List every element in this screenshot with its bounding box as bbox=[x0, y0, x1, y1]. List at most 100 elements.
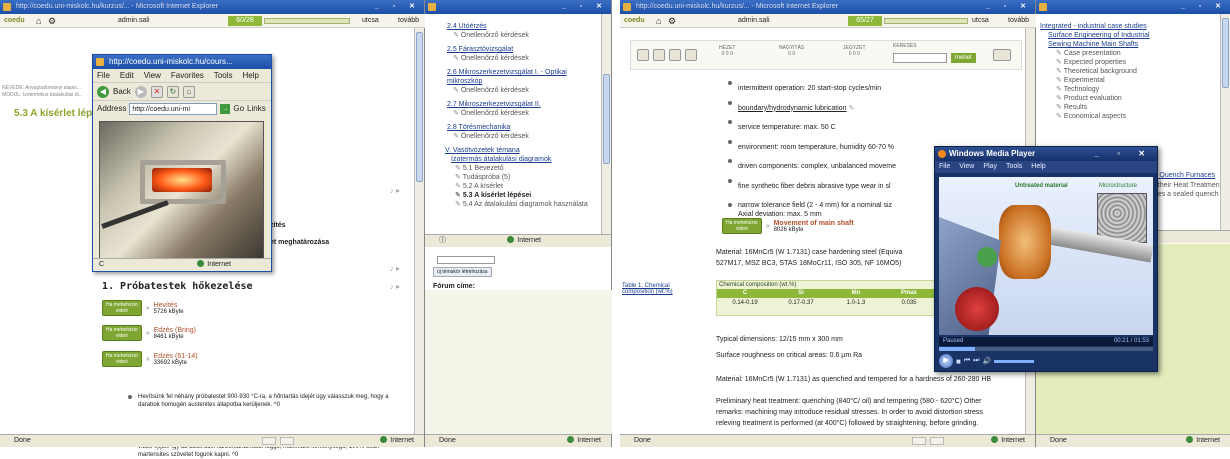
table-caption[interactable]: Table 1: Chemical composition (wt.%) bbox=[622, 283, 682, 295]
video-badge[interactable]: Ha mehetvizio videó bbox=[722, 218, 762, 234]
menu-file[interactable]: File bbox=[97, 71, 110, 80]
media-player-title-bar[interactable]: Windows Media Player _ ▫ ✕ bbox=[935, 147, 1157, 161]
toc-subitem[interactable]: Önellenőrző kérdések bbox=[453, 54, 597, 63]
media-item[interactable]: Ha mehetvizio videó » Hevítés 5726 kByte bbox=[102, 296, 402, 320]
scroll-thumb[interactable] bbox=[416, 32, 423, 182]
toc-item[interactable]: 2.5 Fárasztóvizsgálat bbox=[447, 45, 597, 54]
toc-subitem[interactable]: Önellenőrző kérdések bbox=[453, 31, 597, 40]
back-label[interactable]: Back bbox=[113, 87, 131, 96]
toc-lesson[interactable]: Case presentation bbox=[1056, 49, 1220, 58]
lubrication-link[interactable]: boundary/hydrodynamic lubrication bbox=[738, 105, 847, 112]
prev-icon[interactable]: ⏮ bbox=[964, 357, 970, 365]
toc-lesson[interactable]: Results bbox=[1056, 103, 1220, 112]
toc-item[interactable]: Integrated - industrial case studies bbox=[1040, 22, 1220, 31]
video-badge[interactable]: Ha mehetvizio videó bbox=[102, 325, 142, 341]
media-title[interactable]: Movement of main shaft bbox=[774, 220, 854, 227]
refresh-icon[interactable]: ↻ bbox=[166, 85, 179, 98]
seek-bar[interactable] bbox=[939, 347, 1153, 351]
media-title[interactable]: Edzés (61-14) bbox=[154, 353, 198, 360]
forum-new-topic-button[interactable]: új témakör létrehozása bbox=[433, 267, 492, 277]
toc-lesson[interactable]: Technology bbox=[1056, 85, 1220, 94]
tool-group[interactable]: HÉZET 0 0 0 bbox=[719, 45, 735, 57]
stop-icon[interactable]: ■ bbox=[956, 357, 961, 366]
note-icon[interactable]: ✎ bbox=[849, 105, 855, 112]
right-title-bar[interactable]: http://coedu.uni-miskolc.hu/kurzus/... -… bbox=[620, 0, 1035, 14]
toc-lesson[interactable]: Experimental bbox=[1056, 76, 1220, 85]
media-item[interactable]: Ha mehetvizio videó » Edzés (61-14) 33692 … bbox=[102, 346, 402, 372]
left-scrollbar[interactable] bbox=[414, 28, 424, 434]
toc-fragment[interactable]: their Heat Treatment bbox=[1150, 181, 1222, 189]
sort-label[interactable]: utcsa bbox=[362, 17, 379, 24]
settings-icon[interactable]: ⚙ bbox=[48, 16, 56, 27]
menu-favorites[interactable]: Favorites bbox=[171, 71, 204, 80]
left-title-bar[interactable]: http://coedu.uni-miskolc.hu/kurzus/... -… bbox=[0, 0, 424, 14]
home-icon[interactable]: ⌂ bbox=[182, 85, 195, 98]
right-toc-scrollbar[interactable] bbox=[1220, 14, 1230, 230]
address-input[interactable]: http://coedu.uni-mi bbox=[129, 102, 218, 115]
tool-icon[interactable] bbox=[637, 49, 649, 61]
next-link[interactable]: tovább bbox=[1008, 17, 1029, 24]
window-controls[interactable]: _ ▫ ✕ bbox=[986, 0, 1032, 14]
toc-lesson[interactable]: Theoretical background bbox=[1056, 67, 1220, 76]
volume-slider[interactable] bbox=[994, 359, 1035, 363]
mute-icon[interactable]: 🔊 bbox=[982, 357, 991, 365]
media-player-video[interactable]: Untreated material Microstructure bbox=[939, 177, 1153, 335]
forum-input[interactable] bbox=[437, 256, 495, 264]
menu-file[interactable]: File bbox=[939, 163, 950, 170]
play-button[interactable]: ▶ bbox=[939, 354, 953, 368]
menu-view[interactable]: View bbox=[144, 71, 161, 80]
toc-subitem[interactable]: Önellenőrző kérdések bbox=[453, 86, 597, 95]
toc-lesson[interactable]: Tudáspróba (5) bbox=[455, 173, 597, 182]
toc-lesson[interactable]: Expected properties bbox=[1056, 58, 1220, 67]
toc-item[interactable]: 2.4 Utóérzés bbox=[447, 22, 597, 31]
toc-title-bar[interactable]: _ ▫ ✕ bbox=[425, 0, 611, 14]
window-controls[interactable]: _ ▫ ✕ bbox=[562, 0, 608, 14]
tool-group[interactable]: NAGYITÁS 0 0 bbox=[779, 45, 804, 57]
sound-icon[interactable]: ♪ ▸ bbox=[390, 264, 400, 273]
window-controls[interactable]: _ ▫ ✕ bbox=[1095, 147, 1153, 161]
forward-icon[interactable]: ▶ bbox=[134, 85, 147, 98]
next-icon[interactable]: ⏭ bbox=[973, 357, 979, 365]
toc-subitem[interactable]: Surface Engineering of Industrial Sewing… bbox=[1048, 31, 1168, 49]
tool-icon[interactable] bbox=[669, 49, 681, 61]
toc-subitem[interactable]: Önellenőrző kérdések bbox=[453, 109, 597, 118]
toc-fragment[interactable]: es a sealed quench bbox=[1150, 190, 1219, 198]
menu-tools[interactable]: Tools bbox=[1006, 163, 1022, 170]
back-icon[interactable]: ◀ bbox=[97, 85, 109, 98]
toc-lesson[interactable]: Economical aspects bbox=[1056, 112, 1220, 121]
toc-chapter-sub[interactable]: Izotermás átalakulási diagramok bbox=[451, 155, 597, 164]
window-controls[interactable]: _ ▫ ✕ bbox=[375, 0, 421, 14]
toc-lesson[interactable]: 5.1 Bevezető bbox=[455, 164, 597, 173]
media-item[interactable]: Ha mehetvizio videó » Edzés (Bring) 8461 k… bbox=[102, 320, 402, 346]
popup-title-bar[interactable]: http://coedu.uni-miskolc.hu/cours... bbox=[93, 55, 271, 69]
menu-view[interactable]: View bbox=[959, 163, 974, 170]
stop-icon[interactable]: ✕ bbox=[150, 85, 163, 98]
links-label[interactable]: Links bbox=[247, 104, 266, 113]
search-input[interactable] bbox=[893, 53, 947, 63]
toc-lesson-current[interactable]: 5.3 A kísérlet lépései bbox=[455, 191, 597, 200]
scroll-thumb[interactable] bbox=[603, 74, 610, 164]
settings-icon[interactable]: ⚙ bbox=[668, 16, 676, 27]
tool-icon[interactable] bbox=[685, 49, 697, 61]
sound-icon[interactable]: ♪ ▸ bbox=[390, 186, 400, 195]
home-icon[interactable]: ⌂ bbox=[36, 16, 41, 26]
scroll-thumb[interactable] bbox=[1222, 18, 1229, 88]
right-toc-title-bar[interactable]: _ ▫ ✕ bbox=[1036, 0, 1230, 14]
sound-icon[interactable]: ♪ ▸ bbox=[390, 282, 400, 291]
video-badge[interactable]: Ha mehetvizio videó bbox=[102, 300, 142, 316]
toc-chapter[interactable]: V. Vasötvözetek témana bbox=[445, 146, 597, 155]
window-controls[interactable]: _ ▫ ✕ bbox=[1181, 0, 1227, 14]
tool-icon[interactable] bbox=[653, 49, 665, 61]
menu-help[interactable]: Help bbox=[242, 71, 258, 80]
tool-icon[interactable] bbox=[993, 49, 1011, 61]
home-icon[interactable]: ⌂ bbox=[656, 16, 661, 26]
toc-lesson[interactable]: 5.2 A kísérlet bbox=[455, 182, 597, 191]
video-frame[interactable] bbox=[99, 121, 264, 261]
media-title[interactable]: Edzés (Bring) bbox=[154, 327, 196, 334]
toc-subitem[interactable]: Önellenőrző kérdések bbox=[453, 132, 597, 141]
menu-play[interactable]: Play bbox=[983, 163, 997, 170]
go-icon[interactable]: → bbox=[220, 103, 231, 114]
go-button[interactable]: Go bbox=[233, 104, 244, 113]
video-badge[interactable]: Ha mehetvizio videó bbox=[102, 351, 142, 367]
toc-fragment[interactable]: al Quench Furnaces bbox=[1152, 172, 1215, 179]
